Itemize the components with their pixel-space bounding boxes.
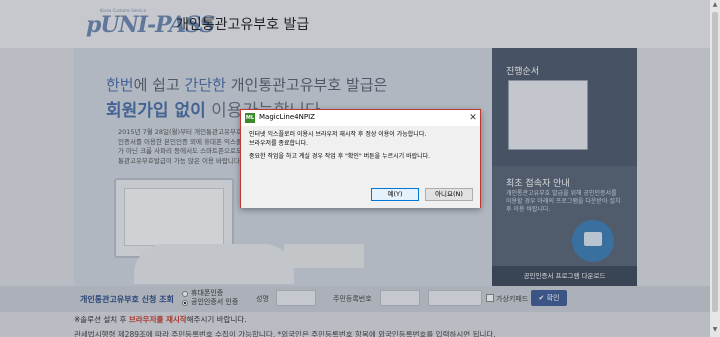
dialog-title: MagicLine4NPIZ	[259, 113, 315, 121]
magicline-dialog: ML MagicLine4NPIZ ✕ 인터넷 익스플로러 이용시 브라우저 재…	[240, 109, 481, 208]
scroll-thumb[interactable]	[712, 12, 718, 312]
no-button[interactable]: 아니요(N)	[425, 188, 473, 201]
dialog-message: 인터넷 익스플로러 이용시 브라우저 재시작 후 정상 이용이 가능합니다. 브…	[249, 130, 473, 161]
dialog-message-line-2: 브라우저를 종료합니다.	[249, 140, 309, 147]
dialog-titlebar[interactable]: ML MagicLine4NPIZ ✕	[241, 110, 480, 126]
yes-button[interactable]: 예(Y)	[371, 188, 419, 201]
vertical-scrollbar[interactable]: ▲ ▼	[710, 0, 720, 337]
close-icon[interactable]: ✕	[468, 112, 478, 124]
magicline-app-icon: ML	[245, 113, 255, 123]
dialog-body: 인터넷 익스플로러 이용시 브라우저 재시작 후 정상 이용이 가능합니다. 브…	[241, 126, 480, 208]
scroll-down-icon[interactable]: ▼	[710, 325, 720, 335]
dialog-message-line-1: 인터넷 익스플로러 이용시 브라우저 재시작 후 정상 이용이 가능합니다.	[249, 131, 427, 138]
scroll-up-icon[interactable]: ▲	[710, 0, 720, 10]
dialog-message-line-3: 중요한 작업을 하고 계실 경우 작업 후 "확인" 버튼을 누르시기 바랍니다…	[249, 153, 431, 160]
